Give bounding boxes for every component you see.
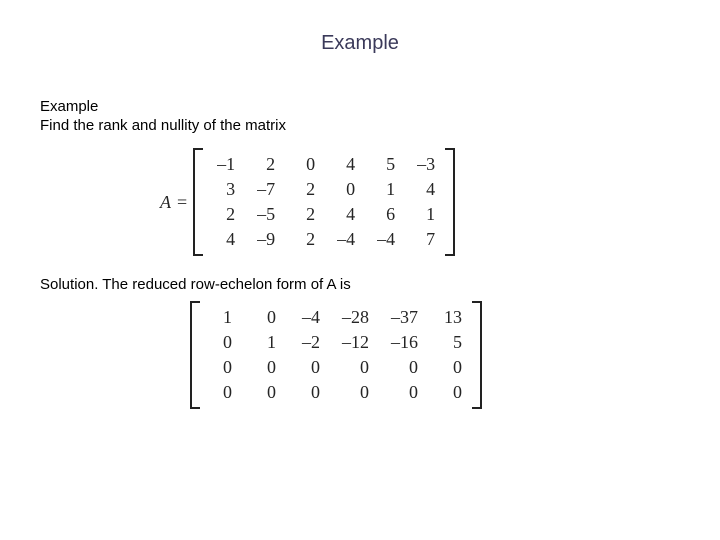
matrix-cell: –5 — [253, 204, 275, 225]
matrix-cell: 3 — [213, 179, 235, 200]
matrix-cell: –3 — [413, 154, 435, 175]
matrix-A: –12045–33–720142–524614–92–4–47 — [193, 148, 455, 256]
matrix-cell: –2 — [298, 332, 320, 353]
matrix-cell: 1 — [254, 332, 276, 353]
matrix-cell: 5 — [373, 154, 395, 175]
matrix-cell: 0 — [342, 382, 369, 403]
matrix-cell: 6 — [373, 204, 395, 225]
matrix-cell: 0 — [440, 382, 462, 403]
matrix-cell: 0 — [298, 357, 320, 378]
matrix-cell: 0 — [254, 357, 276, 378]
matrix-A-equation: A = –12045–33–720142–524614–92–4–47 — [160, 148, 680, 256]
slide: Example Example Find the rank and nullit… — [0, 0, 720, 540]
matrix-cell: 4 — [333, 154, 355, 175]
matrix-cell: 0 — [440, 357, 462, 378]
matrix-cell: 13 — [440, 307, 462, 328]
matrix-cell: 4 — [413, 179, 435, 200]
bracket-left-icon — [193, 148, 203, 256]
problem-prompt: Find the rank and nullity of the matrix — [40, 117, 680, 134]
rref-matrix-grid: 1 0 –4 –28 –37 13 0 1 –2 –12 –16 5 0 0 0 0 0 0 0 0 0 0 0 0 — [200, 301, 472, 409]
solution-text: Solution. The reduced row-echelon form o… — [40, 276, 680, 293]
matrix-cell: –9 — [253, 229, 275, 250]
bracket-right-icon — [472, 301, 482, 409]
matrix-cell: 1 — [210, 307, 232, 328]
bracket-left-icon — [190, 301, 200, 409]
matrix-cell: 0 — [254, 382, 276, 403]
slide-title: Example — [40, 32, 680, 55]
matrix-cell: –16 — [391, 332, 418, 353]
bracket-right-icon — [445, 148, 455, 256]
matrix-cell: 0 — [391, 382, 418, 403]
matrix-cell: 7 — [413, 229, 435, 250]
matrix-cell: 0 — [254, 307, 276, 328]
matrix-cell: 4 — [333, 204, 355, 225]
rref-matrix: 1 0 –4 –28 –37 13 0 1 –2 –12 –16 5 0 0 0 0 0 0 0 0 0 0 0 0 — [190, 301, 482, 409]
matrix-cell: 2 — [213, 204, 235, 225]
matrix-cell: –4 — [333, 229, 355, 250]
matrix-cell: 2 — [293, 204, 315, 225]
matrix-cell: –37 — [391, 307, 418, 328]
matrix-cell: 0 — [210, 332, 232, 353]
rref-equation: 1 0 –4 –28 –37 13 0 1 –2 –12 –16 5 0 0 0 0 0 0 0 0 0 0 0 0 — [190, 301, 680, 409]
example-label: Example — [40, 97, 680, 117]
equals-sign: = — [177, 192, 187, 213]
matrix-cell: –7 — [253, 179, 275, 200]
matrix-cell: 0 — [298, 382, 320, 403]
matrix-cell: 0 — [210, 357, 232, 378]
matrix-A-lhs: A — [160, 192, 171, 213]
matrix-cell: –1 — [213, 154, 235, 175]
matrix-cell: 1 — [373, 179, 395, 200]
matrix-cell: 0 — [210, 382, 232, 403]
matrix-cell: 2 — [293, 229, 315, 250]
matrix-cell: –4 — [373, 229, 395, 250]
matrix-cell: 2 — [253, 154, 275, 175]
matrix-cell: 0 — [342, 357, 369, 378]
matrix-cell: 0 — [391, 357, 418, 378]
matrix-A-grid: –12045–33–720142–524614–92–4–47 — [203, 148, 445, 256]
matrix-cell: –12 — [342, 332, 369, 353]
matrix-cell: 0 — [293, 154, 315, 175]
matrix-cell: 4 — [213, 229, 235, 250]
matrix-cell: 1 — [413, 204, 435, 225]
matrix-cell: 2 — [293, 179, 315, 200]
matrix-cell: –4 — [298, 307, 320, 328]
matrix-cell: –28 — [342, 307, 369, 328]
matrix-cell: 0 — [333, 179, 355, 200]
matrix-cell: 5 — [440, 332, 462, 353]
